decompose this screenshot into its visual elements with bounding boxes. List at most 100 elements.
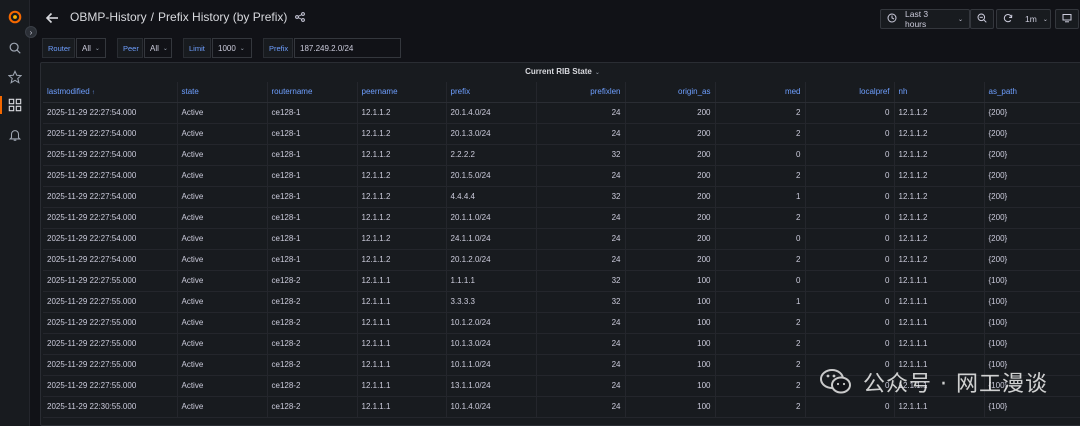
column-header-peername[interactable]: peername xyxy=(356,82,446,103)
cell-state: Active xyxy=(176,165,267,187)
cell-peername: 12.1.1.2 xyxy=(356,165,446,187)
page-header: OBMP-History / Prefix History (by Prefix) … xyxy=(30,0,1080,36)
time-range-picker[interactable]: Last 3 hours ⌄ xyxy=(880,9,970,29)
cell-lastmodified: 2025-11-29 22:27:54.000 xyxy=(43,228,177,250)
cell-origin-as: 200 xyxy=(624,144,715,166)
cell-as-path: {200} xyxy=(983,165,1080,187)
cell-med: 2 xyxy=(714,375,805,397)
chevron-down-icon: ⌄ xyxy=(162,45,168,52)
table-row: 2025-11-29 22:27:55.000 Active ce128-2 12.1… xyxy=(43,291,1080,313)
router-variable-value: All xyxy=(82,43,91,53)
cell-localpref: 0 xyxy=(804,102,894,124)
sidebar-expand-button[interactable]: › xyxy=(25,26,37,38)
limit-variable-label: Limit xyxy=(183,38,211,58)
cell-routername: ce128-1 xyxy=(266,165,357,187)
star-icon[interactable] xyxy=(7,69,23,85)
cell-localpref: 0 xyxy=(804,396,894,418)
breadcrumb-separator: / xyxy=(150,10,155,24)
column-header-routername[interactable]: routername xyxy=(266,82,357,103)
prefix-variable-label: Prefix xyxy=(263,38,293,58)
cell-origin-as: 100 xyxy=(624,291,715,313)
cell-origin-as: 200 xyxy=(624,207,715,229)
cell-nh: 12.1.1.2 xyxy=(893,165,984,187)
cell-as-path: {200} xyxy=(983,228,1080,250)
cell-state: Active xyxy=(176,291,267,313)
dashboards-icon[interactable] xyxy=(0,96,23,114)
refresh-icon xyxy=(1003,13,1013,25)
search-icon[interactable] xyxy=(7,40,23,56)
cell-state: Active xyxy=(176,312,267,334)
cell-localpref: 0 xyxy=(804,228,894,250)
cell-localpref: 0 xyxy=(804,165,894,187)
zoom-out-icon xyxy=(977,13,987,25)
column-header-prefixlen[interactable]: prefixlen xyxy=(535,82,625,103)
cell-as-path: {200} xyxy=(983,186,1080,208)
cell-prefixlen: 24 xyxy=(535,207,625,229)
cell-prefixlen: 32 xyxy=(535,291,625,313)
table-row: 2025-11-29 22:27:54.000 Active ce128-1 12.1… xyxy=(43,144,1080,166)
back-arrow-icon[interactable] xyxy=(44,10,60,26)
cell-prefix: 10.1.4.0/24 xyxy=(445,396,536,418)
prefix-variable-value: 187.249.2.0/24 xyxy=(300,43,354,53)
tv-mode-button[interactable] xyxy=(1055,9,1079,29)
limit-variable-select[interactable]: 1000 ⌄ xyxy=(212,38,252,58)
cell-localpref: 0 xyxy=(804,249,894,271)
cell-origin-as: 200 xyxy=(624,165,715,187)
cell-peername: 12.1.1.2 xyxy=(356,249,446,271)
bell-icon[interactable] xyxy=(7,127,23,143)
cell-nh: 12.1.1.2 xyxy=(893,102,984,124)
column-header-as-path[interactable]: as_path xyxy=(983,82,1080,103)
cell-as-path: {100} xyxy=(983,396,1080,418)
cell-prefixlen: 24 xyxy=(535,354,625,376)
column-header-prefix[interactable]: prefix xyxy=(445,82,536,103)
cell-prefix: 4.4.4.4 xyxy=(445,186,536,208)
dashboard-folder-link[interactable]: OBMP-History xyxy=(70,10,147,24)
cell-prefix: 20.1.1.0/24 xyxy=(445,207,536,229)
cell-state: Active xyxy=(176,396,267,418)
share-icon[interactable] xyxy=(294,11,305,22)
cell-prefix: 10.1.3.0/24 xyxy=(445,333,536,355)
cell-origin-as: 200 xyxy=(624,102,715,124)
cell-lastmodified: 2025-11-29 22:27:54.000 xyxy=(43,249,177,271)
zoom-out-button[interactable] xyxy=(970,9,994,29)
cell-as-path: {200} xyxy=(983,144,1080,166)
cell-lastmodified: 2025-11-29 22:30:55.000 xyxy=(43,396,177,418)
grafana-logo-icon[interactable] xyxy=(7,9,23,25)
cell-med: 1 xyxy=(714,291,805,313)
watermark-text: 公众号 · 网工漫谈 xyxy=(863,372,1048,397)
cell-state: Active xyxy=(176,207,267,229)
cell-med: 2 xyxy=(714,249,805,271)
watermark: 公众号 · 网工漫谈 xyxy=(819,366,1048,398)
cell-med: 0 xyxy=(714,228,805,250)
panel-title[interactable]: Current RIB State ⌄ xyxy=(41,67,1080,76)
cell-med: 2 xyxy=(714,312,805,334)
cell-state: Active xyxy=(176,102,267,124)
cell-origin-as: 100 xyxy=(624,312,715,334)
cell-routername: ce128-2 xyxy=(266,270,357,292)
cell-as-path: {200} xyxy=(983,249,1080,271)
cell-localpref: 0 xyxy=(804,144,894,166)
prefix-variable-input[interactable]: 187.249.2.0/24 xyxy=(294,38,401,58)
cell-prefixlen: 32 xyxy=(535,270,625,292)
cell-as-path: {200} xyxy=(983,102,1080,124)
refresh-picker[interactable]: 1m ⌄ xyxy=(996,9,1051,29)
chevron-down-icon: ⌄ xyxy=(94,45,100,52)
chevron-down-icon: ⌄ xyxy=(594,70,600,76)
table-row: 2025-11-29 22:27:55.000 Active ce128-2 12.1… xyxy=(43,333,1080,355)
peer-variable-select[interactable]: All ⌄ xyxy=(144,38,172,58)
cell-lastmodified: 2025-11-29 22:27:55.000 xyxy=(43,312,177,334)
cell-nh: 12.1.1.2 xyxy=(893,207,984,229)
cell-lastmodified: 2025-11-29 22:27:54.000 xyxy=(43,102,177,124)
cell-lastmodified: 2025-11-29 22:27:54.000 xyxy=(43,186,177,208)
column-header-origin-as[interactable]: origin_as xyxy=(624,82,715,103)
table-row: 2025-11-29 22:27:54.000 Active ce128-1 12.1… xyxy=(43,123,1080,145)
cell-peername: 12.1.1.1 xyxy=(356,375,446,397)
cell-routername: ce128-1 xyxy=(266,144,357,166)
column-header-lastmodified[interactable]: lastmodified ↑ xyxy=(43,82,177,103)
column-header-state[interactable]: state xyxy=(176,82,267,103)
column-header-med[interactable]: med xyxy=(714,82,805,103)
column-header-nh[interactable]: nh xyxy=(893,82,984,103)
cell-as-path: {200} xyxy=(983,207,1080,229)
router-variable-select[interactable]: All ⌄ xyxy=(76,38,106,58)
column-header-localpref[interactable]: localpref xyxy=(804,82,894,103)
